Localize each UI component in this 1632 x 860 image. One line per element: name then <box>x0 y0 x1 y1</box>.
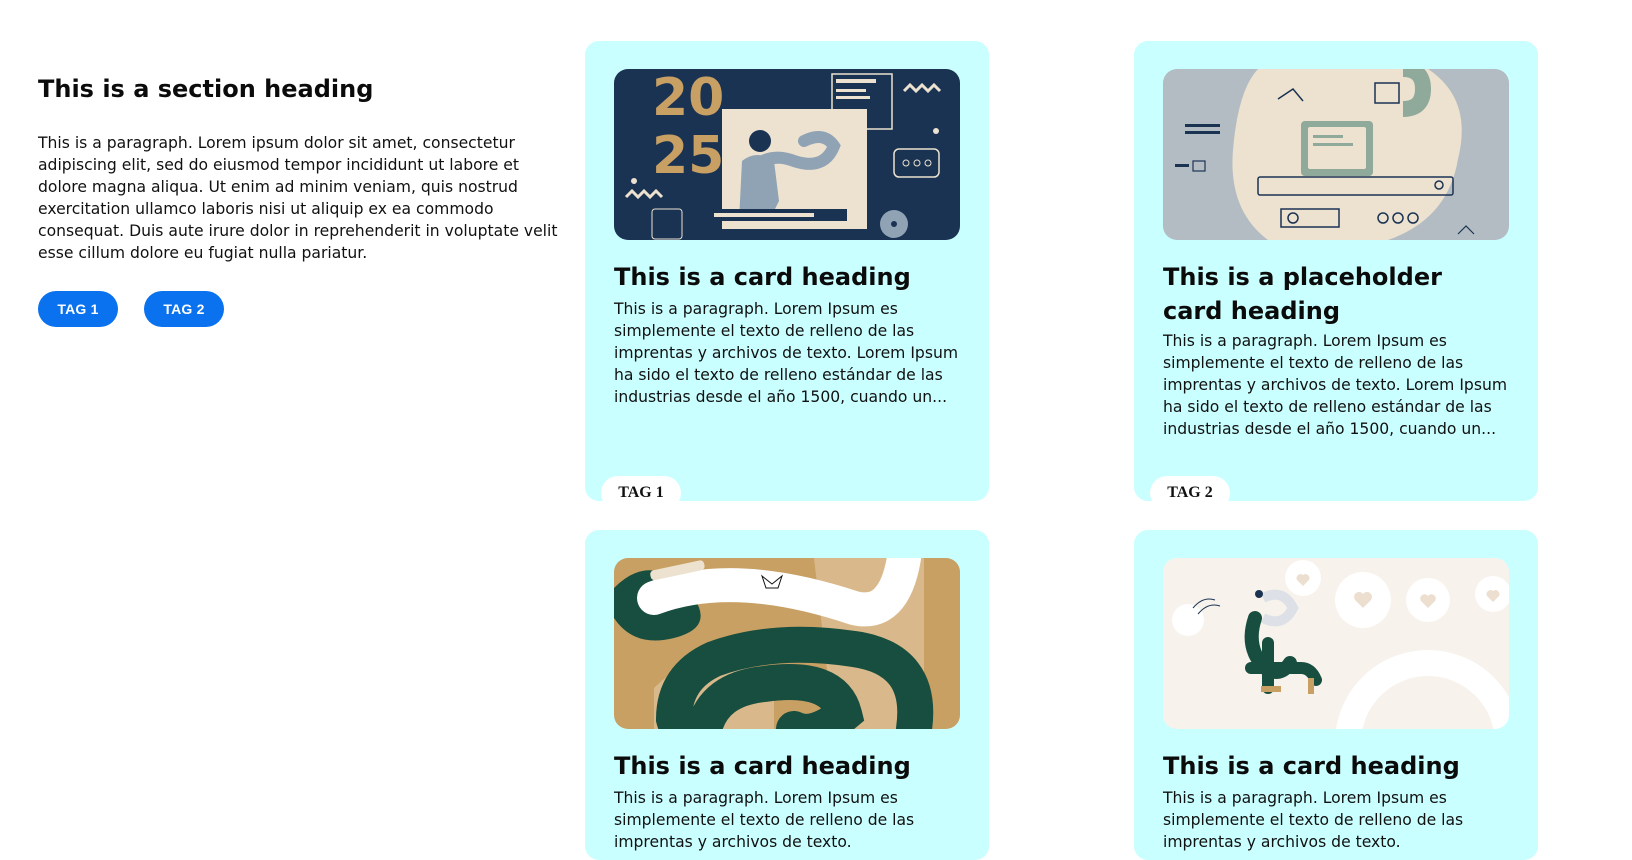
card-2-image <box>1163 69 1509 240</box>
illustration-2025-video: 20 25 <box>614 69 960 240</box>
illustration-web-interface <box>1163 69 1509 240</box>
card-1-tag[interactable]: TAG 1 <box>601 476 681 501</box>
card-1-paragraph: This is a paragraph. Lorem Ipsum es simp… <box>614 300 959 406</box>
card-3-paragraph: This is a paragraph. Lorem Ipsum es simp… <box>614 789 915 851</box>
illustration-hearts <box>1163 558 1509 729</box>
card-2-paragraph: This is a paragraph. Lorem Ipsum es simp… <box>1163 332 1508 438</box>
illustration-snake-shape <box>614 558 960 729</box>
section-intro: This is a section heading This is a para… <box>38 72 558 327</box>
card-4-heading: This is a card heading <box>1163 752 1460 780</box>
card-4-image <box>1163 558 1509 729</box>
section-heading: This is a section heading <box>38 75 374 103</box>
card-4-paragraph: This is a paragraph. Lorem Ipsum es simp… <box>1163 789 1464 851</box>
tag-2-button[interactable]: TAG 2 <box>144 291 224 327</box>
card-2-heading: This is a placeholder card heading <box>1163 263 1442 325</box>
card-3-heading: This is a card heading <box>614 752 911 780</box>
section-tags: TAG 1 TAG 2 <box>38 291 558 327</box>
card-3-image <box>614 558 960 729</box>
card-2-tag[interactable]: TAG 2 <box>1150 476 1230 501</box>
section-paragraph: This is a paragraph. Lorem ipsum dolor s… <box>38 134 558 262</box>
svg-text:20: 20 <box>652 69 724 128</box>
card-3[interactable]: This is a card heading This is a paragra… <box>585 530 989 860</box>
card-1[interactable]: 20 25 This is a card heading This is a p… <box>585 41 989 501</box>
card-1-heading: This is a card heading <box>614 263 911 291</box>
svg-text:25: 25 <box>652 126 724 186</box>
card-2[interactable]: This is a placeholder card heading This … <box>1134 41 1538 501</box>
tag-1-button[interactable]: TAG 1 <box>38 291 118 327</box>
card-1-image: 20 25 <box>614 69 960 240</box>
card-4[interactable]: This is a card heading This is a paragra… <box>1134 530 1538 860</box>
